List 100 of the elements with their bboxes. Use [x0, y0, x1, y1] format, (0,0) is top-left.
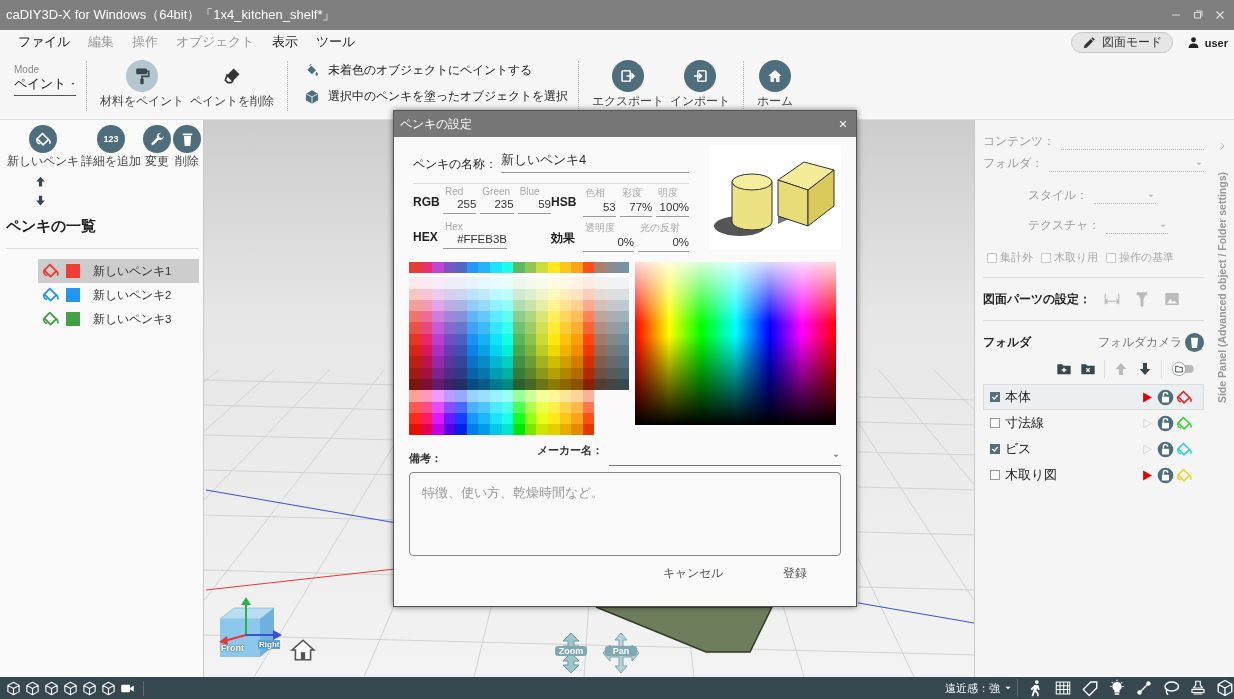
- group-label: 効果: [551, 230, 576, 247]
- close-icon: [838, 119, 848, 129]
- field-label: テクスチャ：: [1028, 217, 1100, 234]
- paint-bucket-icon: [34, 130, 52, 148]
- cube-face-label: Right: [258, 640, 281, 649]
- close-button[interactable]: [1214, 9, 1226, 21]
- remove-paint-button[interactable]: ペイントを削除: [187, 60, 277, 110]
- tool-button[interactable]: [1108, 679, 1126, 697]
- view-button[interactable]: [63, 680, 78, 696]
- group-label: HSB: [551, 195, 578, 209]
- tool-button[interactable]: [1162, 679, 1180, 697]
- checkbox[interactable]: [990, 470, 1000, 480]
- toolbar-action[interactable]: 未着色のオブジェクトにペイントする: [304, 62, 568, 79]
- paint-bucket-icon: [304, 62, 320, 79]
- move-up-button[interactable]: [34, 175, 48, 188]
- light-bulb-icon: [1108, 679, 1126, 697]
- view-button[interactable]: [25, 680, 40, 696]
- restore-icon: [1192, 9, 1204, 21]
- value-field[interactable]: 光の反射 0%: [638, 221, 689, 252]
- cube-icon: [1216, 679, 1234, 697]
- value-field[interactable]: 色相 53: [583, 186, 616, 217]
- menu-item[interactable]: ファイル: [9, 34, 79, 51]
- export-button[interactable]: エクスポート: [589, 60, 667, 110]
- paint-list-item[interactable]: 新しいペンキ1: [38, 259, 199, 283]
- tool-button[interactable]: [1054, 679, 1072, 697]
- lock-icon: [1157, 466, 1174, 484]
- tool-button[interactable]: [1189, 679, 1207, 697]
- add-details-button[interactable]: 123 詳細を追加: [80, 125, 142, 169]
- image-icon: [1163, 290, 1181, 308]
- notes-field[interactable]: 特徴、使い方、乾燥時間など。: [409, 472, 841, 557]
- home-button[interactable]: ホーム: [754, 60, 796, 110]
- up-arrow-icon: [1113, 361, 1129, 377]
- stamp-icon: [1189, 679, 1207, 697]
- dialog-title: ペンキの設定: [400, 115, 472, 133]
- value-field[interactable]: 彩度 77%: [619, 186, 653, 217]
- checkbox[interactable]: [990, 418, 1000, 428]
- toggle-switch[interactable]: [1170, 361, 1196, 377]
- paint-list-item[interactable]: 新しいペンキ2: [38, 283, 199, 307]
- paint-bucket-icon: [41, 262, 61, 280]
- up-arrow-icon: [34, 175, 47, 188]
- value-field[interactable]: Red 255: [443, 186, 477, 214]
- eraser-icon: [222, 66, 242, 86]
- user-button[interactable]: user: [1186, 36, 1228, 49]
- tool-button[interactable]: [1081, 679, 1099, 697]
- folder-list-item[interactable]: 木取り図: [983, 462, 1204, 488]
- perspective-dropdown[interactable]: 遠近感：強: [945, 679, 1018, 697]
- folder-camera-button[interactable]: フォルダカメラ: [1098, 333, 1204, 352]
- mode-dropdown[interactable]: Mode ペイント: [14, 64, 76, 96]
- folder-list-item[interactable]: 本体: [983, 384, 1204, 410]
- value-field[interactable]: 透明度 0%: [583, 221, 634, 252]
- menu-item[interactable]: ツール: [307, 34, 364, 51]
- value-field[interactable]: Green 235: [480, 186, 514, 214]
- color-picker[interactable]: [635, 262, 836, 425]
- field-label: スタイル：: [1028, 187, 1088, 204]
- value-field[interactable]: Hex #FFEB3B: [443, 221, 507, 249]
- menu-item[interactable]: 表示: [263, 34, 307, 51]
- paint-list-item[interactable]: 新しいペンキ3: [38, 307, 199, 331]
- field-label: ペンキの名称：: [413, 156, 497, 173]
- section-label: 図面パーツの設定：: [983, 291, 1091, 307]
- move-down-button[interactable]: [1137, 361, 1153, 377]
- toolbar-action[interactable]: 選択中のペンキを塗ったオブジェクトを選択: [304, 88, 568, 105]
- maximize-button[interactable]: [1192, 9, 1204, 21]
- register-button[interactable]: 登録: [777, 562, 813, 586]
- cancel-button[interactable]: キャンセル: [657, 562, 729, 586]
- name-field[interactable]: 新しいペンキ4: [501, 151, 689, 173]
- field-label: 備考：: [409, 451, 442, 467]
- home-icon: [766, 67, 784, 85]
- pencil-icon: [1081, 35, 1096, 50]
- user-icon: [1186, 36, 1200, 49]
- checkbox[interactable]: [990, 444, 1000, 454]
- view-button[interactable]: [6, 680, 21, 696]
- cube-icon: [25, 680, 40, 696]
- folder-list-item[interactable]: 寸法線: [983, 410, 1204, 436]
- group-label: HEX: [413, 230, 439, 244]
- tool-button[interactable]: [1216, 679, 1234, 697]
- remove-folder-button[interactable]: [1080, 361, 1096, 377]
- paint-bucket-icon: [41, 286, 61, 304]
- checkbox-label: 木取り用: [1054, 250, 1098, 265]
- value-field[interactable]: 明度 100%: [656, 186, 689, 217]
- color-palette[interactable]: [409, 262, 629, 436]
- drawing-mode-button[interactable]: 図面モード: [1070, 32, 1173, 53]
- checkbox[interactable]: [990, 392, 1000, 402]
- folder-list-item[interactable]: ビス: [983, 436, 1204, 462]
- new-paint-button[interactable]: 新しいペンキ: [6, 125, 80, 169]
- bin-icon: [1185, 333, 1204, 352]
- down-arrow-icon: [1137, 361, 1153, 377]
- cube-icon: [63, 680, 78, 696]
- view-button[interactable]: [82, 680, 97, 696]
- export-icon: [619, 67, 637, 85]
- view-button[interactable]: [101, 680, 116, 696]
- view-button[interactable]: [44, 680, 59, 696]
- cube-icon: [101, 680, 116, 696]
- paint-material-button[interactable]: 材料をペイント: [97, 60, 187, 110]
- group-label: RGB: [413, 195, 441, 209]
- value-field[interactable]: Blue 59: [517, 186, 551, 214]
- tool-button[interactable]: [1135, 679, 1153, 697]
- lock-icon: [1157, 388, 1174, 406]
- paint-list-heading: ペンキの一覧: [6, 217, 97, 236]
- add-folder-button[interactable]: [1056, 361, 1072, 377]
- import-button[interactable]: インポート: [667, 60, 733, 110]
